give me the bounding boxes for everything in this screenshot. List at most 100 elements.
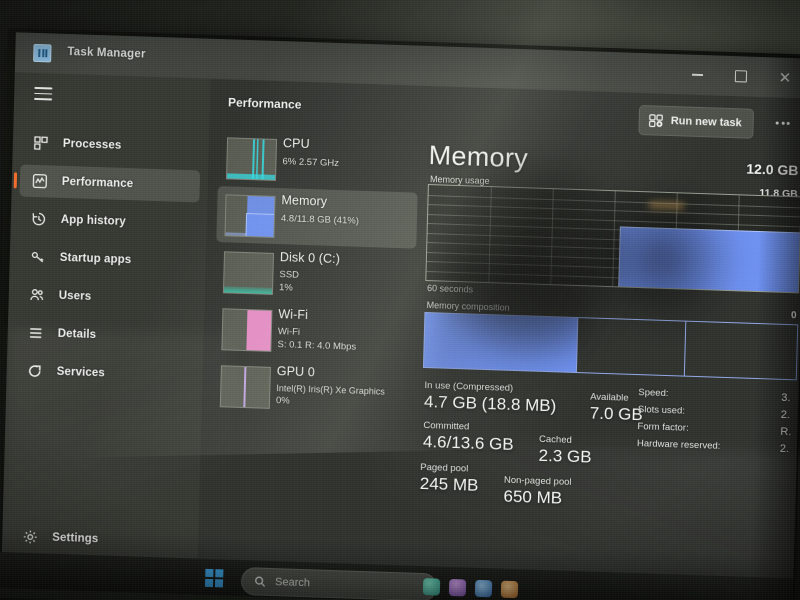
sidebar-item-users[interactable]: Users (16, 278, 197, 316)
photo-of-laptop-screen: Task Manager ✕ Processes Performance App… (0, 0, 800, 600)
sidebar-item-label: Settings (52, 531, 99, 546)
sidebar-item-app-history[interactable]: App history (18, 202, 199, 240)
search-placeholder: Search (274, 576, 311, 590)
windows-start-icon[interactable] (204, 568, 224, 588)
sidebar-item-performance[interactable]: Performance (13, 164, 201, 203)
hamburger-icon[interactable] (34, 86, 53, 101)
stat-in-use: In use (Compressed) 4.7 GB (18.8 MB) (424, 380, 557, 416)
perf-item-detail: SSD (279, 269, 300, 281)
run-new-task-label: Run new task (670, 115, 742, 130)
sidebar-item-label: Users (58, 289, 92, 303)
processes-icon (33, 135, 49, 152)
sidebar: Processes Performance App history Startu… (1, 72, 211, 559)
perf-item-detail: 6% 2.57 GHz (282, 156, 340, 170)
taskbar-app-icon[interactable] (474, 579, 493, 598)
memory-usage-area (618, 226, 800, 293)
spec-label: Speed: (638, 387, 669, 400)
stat-available: Available 7.0 GB (590, 392, 644, 426)
sidebar-item-label: Startup apps (59, 251, 132, 267)
spec-label: Slots used: (637, 404, 686, 417)
perf-item-usage: 0% (275, 395, 290, 407)
perf-item-cpu[interactable]: CPU 6% 2.57 GHz (218, 129, 419, 192)
task-manager-window: Task Manager ✕ Processes Performance App… (1, 32, 800, 579)
perf-item-throughput: S: 0.1 R: 4.0 Mbps (277, 339, 357, 353)
perf-item-name: GPU 0 (276, 364, 316, 380)
stat-value: 650 MB (503, 486, 563, 508)
users-icon (29, 287, 45, 304)
memory-thumbnail-graph (224, 194, 276, 238)
stat-paged-pool: Paged pool 245 MB (420, 462, 479, 496)
memory-heading: Memory (428, 140, 529, 174)
content-pane: Performance Run new task CPU 6% 2.57 GHz… (197, 78, 800, 579)
perf-item-name: CPU (282, 136, 310, 152)
sidebar-item-label: Details (57, 327, 97, 342)
performance-icon (32, 173, 48, 190)
perf-item-memory[interactable]: Memory 4.8/11.8 GB (41%) (216, 186, 418, 249)
spec-label: Hardware reserved: (636, 438, 721, 452)
stat-committed: Committed 4.6/13.6 GB (423, 420, 515, 455)
memory-total: 12.0 GB (746, 160, 799, 179)
memory-usage-graph (425, 184, 800, 294)
history-icon (31, 211, 47, 228)
more-options-icon[interactable] (774, 115, 792, 130)
search-icon (255, 576, 266, 587)
composition-segment-free (685, 322, 797, 380)
run-new-task-icon (649, 113, 664, 128)
taskbar-pinned-apps (422, 578, 519, 599)
stat-cached: Cached 2.3 GB (538, 434, 592, 468)
perf-item-gpu[interactable]: GPU 0 Intel(R) Iris(R) Xe Graphics 0% (212, 357, 413, 420)
stat-value: 245 MB (419, 473, 479, 495)
taskbar-app-icon[interactable] (500, 580, 519, 599)
stat-value: 7.0 GB (589, 403, 643, 425)
perf-item-detail: 4.8/11.8 GB (41%) (280, 213, 360, 227)
memory-composition-bar[interactable] (422, 311, 799, 381)
sidebar-item-details[interactable]: Details (15, 316, 196, 354)
run-new-task-button[interactable]: Run new task (638, 104, 755, 139)
details-icon (28, 325, 44, 342)
memory-composition-caption: Memory composition (426, 300, 510, 313)
maximize-button[interactable] (718, 56, 763, 97)
spec-value: R. (780, 425, 792, 439)
performance-resource-list: CPU 6% 2.57 GHz Memory 4.8/11.8 GB (41%) (204, 129, 423, 556)
spec-label: Form factor: (637, 421, 689, 434)
cpu-thumbnail-graph (225, 137, 278, 181)
window-title: Task Manager (67, 45, 146, 61)
perf-item-name: Wi-Fi (278, 307, 309, 323)
selection-indicator (13, 172, 18, 189)
taskbar-app-icon[interactable] (422, 578, 441, 596)
minimize-button[interactable] (674, 54, 719, 95)
sidebar-item-label: Performance (61, 175, 134, 191)
startup-icon (30, 249, 46, 266)
memory-composition-min: 0 (790, 310, 797, 322)
stat-value: 4.7 GB (18.8 MB) (423, 391, 557, 416)
perf-item-name: Disk 0 (C:) (279, 250, 341, 267)
stat-label: Paged pool (420, 461, 469, 475)
memory-detail-pane: Memory 12.0 GB Memory usage 11.8 GB 60 s… (414, 136, 800, 578)
wifi-thumbnail-graph (221, 308, 273, 352)
window-controls: ✕ (674, 54, 800, 98)
perf-item-disk[interactable]: Disk 0 (C:) SSD 1% (215, 243, 416, 306)
sidebar-item-startup-apps[interactable]: Startup apps (17, 240, 198, 278)
memory-usage-timespan: 60 seconds (426, 283, 474, 295)
stat-label: Available (590, 391, 629, 404)
perf-item-detail: Wi-Fi (277, 326, 301, 338)
page-title: Performance (227, 95, 302, 112)
gear-icon (22, 529, 38, 546)
services-icon (27, 363, 43, 380)
close-button[interactable]: ✕ (762, 57, 800, 98)
sidebar-item-processes[interactable]: Processes (20, 126, 201, 164)
stat-label: Non-paged pool (503, 474, 572, 488)
search-input[interactable]: Search (240, 567, 438, 600)
perf-item-wifi[interactable]: Wi-Fi Wi-Fi S: 0.1 R: 4.0 Mbps (213, 300, 414, 363)
perf-item-usage: 1% (278, 282, 293, 294)
sidebar-item-services[interactable]: Services (14, 354, 195, 392)
sidebar-item-label: App history (60, 213, 126, 229)
composition-segment-in-use (423, 312, 579, 373)
stat-label: Cached (538, 433, 572, 446)
taskbar-app-icon[interactable] (448, 578, 467, 597)
task-manager-icon (33, 43, 52, 63)
sidebar-item-label: Processes (62, 137, 122, 152)
spec-value: 2. (780, 408, 791, 422)
stat-non-paged-pool: Non-paged pool 650 MB (503, 475, 571, 509)
sidebar-item-label: Services (56, 365, 105, 380)
